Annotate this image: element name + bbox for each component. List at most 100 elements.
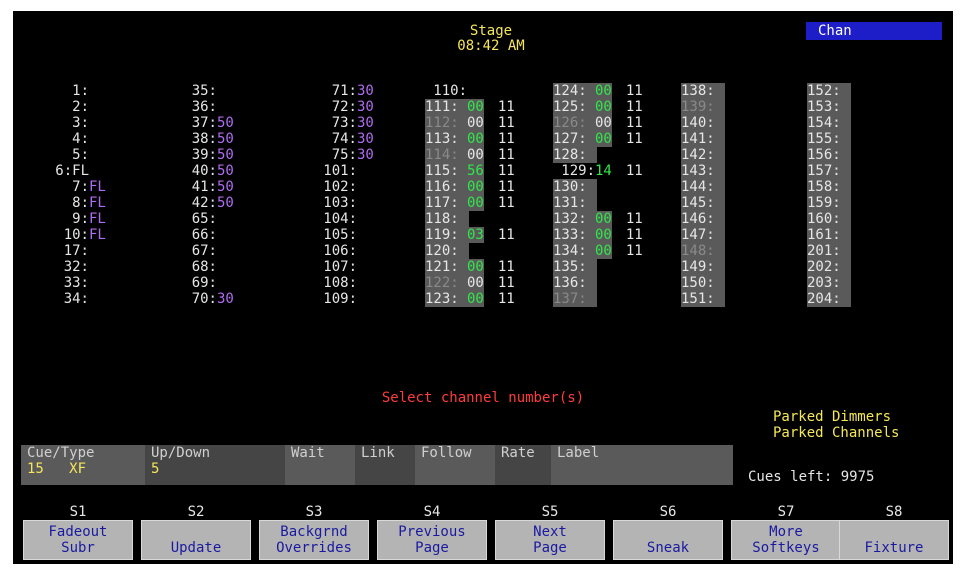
channel-row[interactable]: 122: 00 11 — [425, 275, 515, 291]
wait-cell[interactable]: Wait — [285, 445, 355, 485]
channel-row[interactable]: 127: 00 11 — [553, 131, 643, 147]
channel-row[interactable]: 2: — [43, 99, 106, 115]
channel-row[interactable]: 105: — [301, 227, 374, 243]
channel-row[interactable]: 42:50 — [171, 195, 234, 211]
channel-row[interactable]: 153: — [807, 99, 851, 115]
channel-row[interactable]: 145: — [681, 195, 725, 211]
channel-row[interactable]: 131: — [553, 195, 643, 211]
channel-row[interactable]: 202: — [807, 259, 851, 275]
channel-row[interactable]: 108: — [301, 275, 374, 291]
channel-row[interactable]: 103: — [301, 195, 374, 211]
channel-row[interactable]: 115: 56 11 — [425, 163, 515, 179]
channel-row[interactable]: 135: — [553, 259, 643, 275]
channel-row[interactable]: 125: 00 11 — [553, 99, 643, 115]
label-cell[interactable]: Label — [551, 445, 733, 485]
channel-row[interactable]: 73:30 — [301, 115, 374, 131]
channel-row[interactable]: 120: — [425, 243, 515, 259]
channel-row[interactable]: 149: — [681, 259, 725, 275]
channel-row[interactable]: 148: — [681, 243, 725, 259]
channel-row[interactable]: 119: 03 11 — [425, 227, 515, 243]
channel-row[interactable]: 38:50 — [171, 131, 234, 147]
channel-row[interactable]: 126: 00 11 — [553, 115, 643, 131]
channel-row[interactable]: 123: 00 11 — [425, 291, 515, 307]
channel-row[interactable]: 203: — [807, 275, 851, 291]
channel-row[interactable]: 133: 00 11 — [553, 227, 643, 243]
channel-row[interactable]: 154: — [807, 115, 851, 131]
channel-row[interactable]: 130: — [553, 179, 643, 195]
channel-row[interactable]: 160: — [807, 211, 851, 227]
channel-row[interactable]: 102: — [301, 179, 374, 195]
channel-row[interactable]: 139: — [681, 99, 725, 115]
softkey-button-s3[interactable]: Backgrnd Overrides — [259, 520, 369, 560]
channel-row[interactable]: 118: — [425, 211, 515, 227]
channel-row[interactable]: 138: — [681, 83, 725, 99]
channel-row[interactable]: 68: — [171, 259, 234, 275]
softkey-button-s4[interactable]: Previous Page — [377, 520, 487, 560]
channel-row[interactable]: 112: 00 11 — [425, 115, 515, 131]
channel-row[interactable]: 121: 00 11 — [425, 259, 515, 275]
channel-row[interactable]: 65: — [171, 211, 234, 227]
channel-row[interactable]: 150: — [681, 275, 725, 291]
softkey-button-s7[interactable]: More Softkeys — [731, 520, 841, 560]
follow-cell[interactable]: Follow — [415, 445, 495, 485]
channel-row[interactable]: 3: — [43, 115, 106, 131]
up-down-cell[interactable]: Up/Down 5 — [145, 445, 285, 485]
channel-row[interactable]: 155: — [807, 131, 851, 147]
channel-row[interactable]: 117: 00 11 — [425, 195, 515, 211]
channel-row[interactable]: 110: — [425, 83, 515, 99]
channel-row[interactable]: 136: — [553, 275, 643, 291]
channel-row[interactable]: 144: — [681, 179, 725, 195]
channel-row[interactable]: 32: — [43, 259, 106, 275]
channel-row[interactable]: 41:50 — [171, 179, 234, 195]
channel-row[interactable]: 106: — [301, 243, 374, 259]
channel-row[interactable]: 132: 00 11 — [553, 211, 643, 227]
channel-row[interactable]: 159: — [807, 195, 851, 211]
channel-row[interactable]: 109: — [301, 291, 374, 307]
channel-row[interactable]: 36: — [171, 99, 234, 115]
channel-row[interactable]: 1: — [43, 83, 106, 99]
channel-row[interactable]: 39:50 — [171, 147, 234, 163]
channel-row[interactable]: 7:FL — [43, 179, 106, 195]
channel-row[interactable]: 161: — [807, 227, 851, 243]
mode-badge[interactable]: Chan — [806, 22, 942, 40]
channel-row[interactable]: 158: — [807, 179, 851, 195]
channel-row[interactable]: 37:50 — [171, 115, 234, 131]
channel-row[interactable]: 72:30 — [301, 99, 374, 115]
softkey-button-s6[interactable]: Sneak — [613, 520, 723, 560]
channel-row[interactable]: 5: — [43, 147, 106, 163]
channel-row[interactable]: 141: — [681, 131, 725, 147]
softkey-button-s5[interactable]: Next Page — [495, 520, 605, 560]
channel-row[interactable]: 6:FL — [43, 163, 106, 179]
softkey-button-s8[interactable]: Fixture — [839, 520, 949, 560]
channel-row[interactable]: 10:FL — [43, 227, 106, 243]
link-cell[interactable]: Link — [355, 445, 415, 485]
channel-row[interactable]: 70:30 — [171, 291, 234, 307]
softkey-button-s2[interactable]: Update — [141, 520, 251, 560]
channel-row[interactable]: 134: 00 11 — [553, 243, 643, 259]
channel-row[interactable]: 17: — [43, 243, 106, 259]
channel-row[interactable]: 9:FL — [43, 211, 106, 227]
channel-row[interactable]: 137: — [553, 291, 643, 307]
channel-row[interactable]: 71:30 — [301, 83, 374, 99]
channel-row[interactable]: 146: — [681, 211, 725, 227]
channel-row[interactable]: 156: — [807, 147, 851, 163]
channel-row[interactable]: 129:14 11 — [553, 163, 642, 179]
channel-row[interactable]: 128: — [553, 147, 643, 163]
channel-row[interactable]: 124: 00 11 — [553, 83, 643, 99]
channel-row[interactable]: 201: — [807, 243, 851, 259]
channel-row[interactable]: 8:FL — [43, 195, 106, 211]
channel-row[interactable]: 33: — [43, 275, 106, 291]
channel-row[interactable]: 111: 00 11 — [425, 99, 515, 115]
channel-row[interactable]: 151: — [681, 291, 725, 307]
channel-row[interactable]: 104: — [301, 211, 374, 227]
channel-row[interactable]: 67: — [171, 243, 234, 259]
channel-row[interactable]: 140: — [681, 115, 725, 131]
channel-row[interactable]: 113: 00 11 — [425, 131, 515, 147]
rate-cell[interactable]: Rate — [495, 445, 551, 485]
channel-row[interactable]: 116: 00 11 — [425, 179, 515, 195]
channel-row[interactable]: 101: — [301, 163, 374, 179]
channel-row[interactable]: 143: — [681, 163, 725, 179]
channel-row[interactable]: 69: — [171, 275, 234, 291]
channel-row[interactable]: 4: — [43, 131, 106, 147]
channel-row[interactable]: 157: — [807, 163, 851, 179]
